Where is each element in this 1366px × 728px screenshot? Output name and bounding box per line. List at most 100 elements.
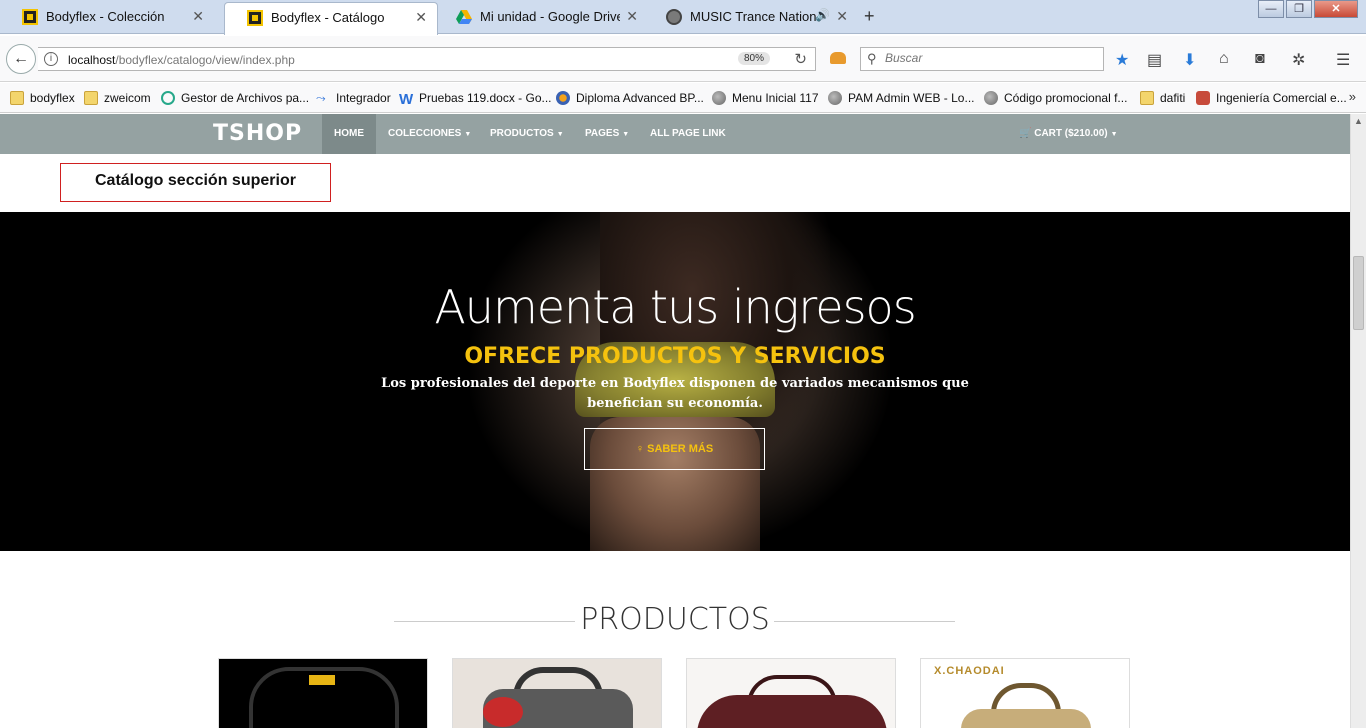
zoom-indicator[interactable]: 80% (738, 52, 771, 65)
bookmark-label: dafiti (1160, 91, 1186, 105)
bookmark-diploma[interactable]: Diploma Advanced BP... (556, 91, 704, 105)
cart-label: CART ($210.00) (1034, 128, 1108, 139)
folder-icon (10, 91, 24, 105)
pocket-icon[interactable]: ◙ (1255, 50, 1265, 68)
nav-label: PAGES (585, 128, 620, 139)
extension-puzzle-icon[interactable]: ✲ (1292, 50, 1305, 70)
menu-icon[interactable]: ☰ (1336, 50, 1350, 70)
speaker-icon[interactable]: 🔊 (815, 8, 830, 22)
bookmarks-list-icon[interactable]: ▤ (1147, 50, 1162, 70)
tab-bodyflex-coleccion[interactable]: Bodyflex - Colección ✕ (0, 2, 214, 32)
maximize-button[interactable]: ❐ (1286, 0, 1312, 18)
minimize-button[interactable]: — (1258, 0, 1284, 18)
nav-pages[interactable]: PAGES ▼ (573, 114, 641, 154)
globe-icon (984, 91, 998, 105)
hero-description: Los profesionales del deporte en Bodyfle… (381, 376, 969, 411)
downloads-icon[interactable]: ⬇ (1183, 50, 1196, 70)
product-card-3[interactable] (686, 658, 896, 728)
home-icon[interactable]: ⌂ (1219, 50, 1229, 68)
product-card-4[interactable]: X.CHAODAI (920, 658, 1130, 728)
extension-icon[interactable] (830, 52, 846, 64)
product-image-red-accent (483, 697, 523, 727)
tab-title: Bodyflex - Catálogo (271, 10, 385, 25)
section-label: Catálogo sección superior (60, 163, 331, 202)
tab-close-icon[interactable]: ✕ (626, 8, 638, 25)
archive-icon (161, 91, 175, 105)
search-input[interactable] (885, 51, 1095, 65)
bookmark-label: zweicom (104, 91, 151, 105)
bookmarks-bar: bodyflex zweicom Gestor de Archivos pa..… (0, 83, 1366, 113)
tab-close-icon[interactable]: ✕ (192, 8, 204, 25)
window-controls: — ❐ ✕ (1256, 0, 1358, 18)
tab-title: Mi unidad - Google Drive (480, 9, 620, 24)
url-host: localhost (68, 53, 116, 67)
tab-close-icon[interactable]: ✕ (415, 9, 427, 26)
product-brand-label: X.CHAODAI (934, 665, 1005, 677)
site-info-icon[interactable]: i (44, 52, 58, 66)
nav-label: PRODUCTOS (490, 128, 554, 139)
divider-right (774, 621, 955, 622)
bookmark-integrador[interactable]: ⤳ Integrador (316, 91, 391, 105)
globe-icon (828, 91, 842, 105)
bodyflex-favicon-icon (247, 10, 263, 26)
bookmark-gestor-archivos[interactable]: Gestor de Archivos pa... (161, 91, 309, 105)
reload-icon[interactable]: ↻ (794, 50, 807, 68)
bookmark-pruebas[interactable]: W Pruebas 119.docx - Go... (399, 91, 552, 108)
bookmark-codigo-promocional[interactable]: Código promocional f... (984, 91, 1127, 105)
tab-google-drive[interactable]: Mi unidad - Google Drive ✕ (434, 2, 648, 32)
navigation-toolbar: ← i localhost/bodyflex/catalogo/view/ind… (0, 36, 1366, 82)
hero-subtitle: OFRECE PRODUCTOS Y SERVICIOS (464, 344, 886, 369)
search-icon: ⚲ (867, 51, 877, 66)
product-image-tan-bag (961, 709, 1091, 728)
scrollbar-thumb[interactable] (1353, 256, 1364, 330)
ing-icon (1196, 91, 1210, 105)
bookmark-ingenieria[interactable]: Ingeniería Comercial e... (1196, 91, 1347, 105)
close-window-button[interactable]: ✕ (1314, 0, 1358, 18)
tab-music[interactable]: MUSIC Trance Nation Ne 🔊 ✕ (644, 2, 858, 32)
product-card-2[interactable] (452, 658, 662, 728)
bookmark-zweicom[interactable]: zweicom (84, 91, 151, 105)
product-card-1[interactable] (218, 658, 428, 728)
chevron-down-icon: ▼ (622, 131, 630, 138)
bookmark-dafiti[interactable]: dafiti (1140, 91, 1185, 105)
nav-cart[interactable]: 🛒 CART ($210.00) ▼ (1007, 114, 1130, 154)
tab-close-icon[interactable]: ✕ (836, 8, 848, 25)
search-bar[interactable]: ⚲ (860, 47, 1104, 71)
bookmark-label: Integrador (336, 91, 391, 105)
shop-navbar: TSHOP HOME COLECCIONES ▼ PRODUCTOS ▼ PAGES… (0, 114, 1350, 154)
back-button[interactable]: ← (6, 44, 36, 74)
url-path: /bodyflex/catalogo/view/index.php (115, 53, 295, 67)
product-image-maroon-bag (697, 695, 887, 728)
chevron-down-icon: ▼ (464, 131, 472, 138)
nav-colecciones[interactable]: COLECCIONES ▼ (376, 114, 483, 154)
tab-bodyflex-catalogo[interactable]: Bodyflex - Catálogo ✕ (224, 2, 438, 35)
tab-title: MUSIC Trance Nation Ne (690, 9, 820, 24)
product-image-strap (309, 675, 335, 685)
nav-productos[interactable]: PRODUCTOS ▼ (478, 114, 576, 154)
nav-label: ALL PAGE LINK (650, 128, 726, 139)
bookmark-star-icon[interactable]: ★ (1115, 50, 1129, 70)
page-scrollbar[interactable]: ▲ (1350, 114, 1366, 728)
saber-mas-button[interactable]: ♀ SABER MÁS (584, 428, 765, 470)
bookmark-pam-admin[interactable]: PAM Admin WEB - Lo... (828, 91, 974, 105)
tab-strip: Bodyflex - Colección ✕ Bodyflex - Catálo… (0, 0, 1366, 35)
bookmark-label: Menu Inicial 117 (732, 91, 819, 105)
nav-home[interactable]: HOME (322, 114, 376, 154)
bookmark-bodyflex[interactable]: bodyflex (10, 91, 75, 105)
new-tab-button[interactable]: + (864, 6, 875, 27)
url-bar[interactable]: i localhost/bodyflex/catalogo/view/index… (38, 47, 816, 71)
url-text[interactable]: localhost/bodyflex/catalogo/view/index.p… (68, 53, 295, 67)
shop-logo[interactable]: TSHOP (213, 121, 302, 146)
bookmarks-overflow-button[interactable]: » (1349, 89, 1356, 104)
scroll-up-icon[interactable]: ▲ (1354, 116, 1363, 126)
hero-banner: Aumenta tus ingresos OFRECE PRODUCTOS Y … (0, 212, 1350, 551)
nav-all-page-link[interactable]: ALL PAGE LINK (638, 114, 738, 154)
bookmark-label: Ingeniería Comercial e... (1216, 91, 1347, 105)
bookmark-menu-inicial[interactable]: Menu Inicial 117 (712, 91, 819, 105)
music-favicon-icon (666, 9, 682, 25)
orange-globe-icon (556, 91, 570, 105)
web-page: TSHOP HOME COLECCIONES ▼ PRODUCTOS ▼ PAGES… (0, 114, 1350, 728)
nav-label: HOME (334, 128, 364, 139)
hero-title: Aumenta tus ingresos (434, 280, 916, 334)
products-heading: PRODUCTOS (580, 602, 770, 637)
